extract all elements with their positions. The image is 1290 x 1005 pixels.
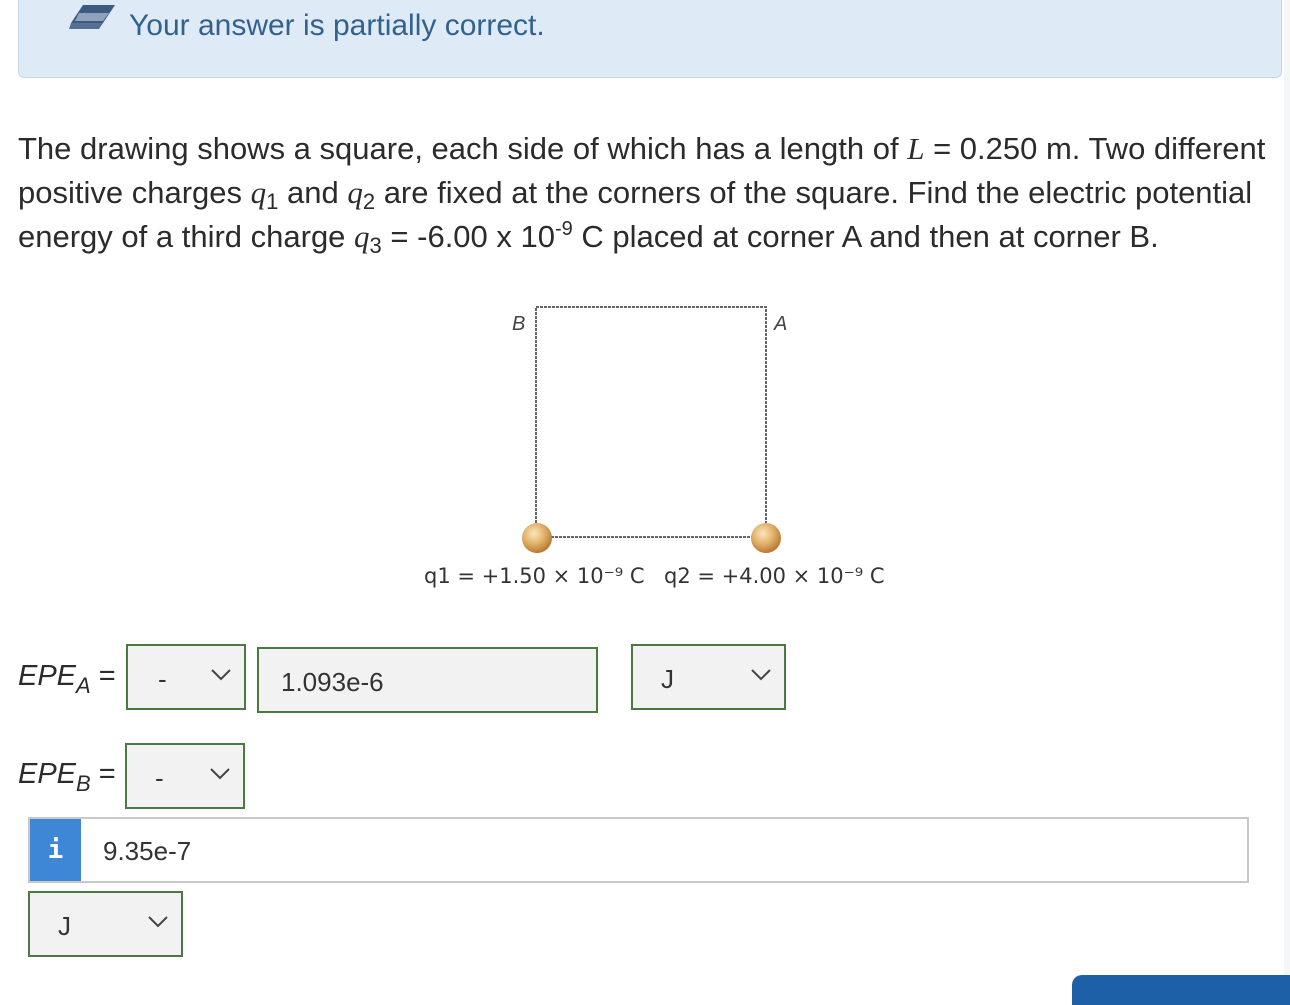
info-button[interactable]: i: [30, 819, 81, 881]
question-text: The drawing shows a square, each side of…: [18, 131, 1266, 258]
epe-b-value-input[interactable]: 9.35e-7: [103, 836, 191, 867]
epe-a-unit-select[interactable]: J: [631, 644, 786, 710]
epe-a-sign-select[interactable]: -: [126, 644, 246, 710]
corner-a-label: A: [773, 313, 787, 335]
chevron-down-icon: [148, 916, 168, 928]
chevron-down-icon: [751, 669, 771, 681]
epe-b-unit-select[interactable]: J: [28, 891, 183, 957]
epe-b-value-group: i 9.35e-7: [28, 817, 1249, 883]
epe-a-label: EPEA =: [18, 660, 116, 698]
charge-q2: [751, 523, 781, 553]
q2-label: q2 = +4.00 × 10⁻⁹ C: [664, 564, 885, 588]
epe-b-sign-select[interactable]: -: [125, 743, 245, 809]
charge-q1: [522, 523, 552, 553]
q1-label: q1 = +1.50 × 10⁻⁹ C: [424, 564, 645, 588]
submit-button-partial[interactable]: [1072, 975, 1290, 1005]
feedback-message: Your answer is partially correct.: [129, 9, 545, 42]
chevron-down-icon: [210, 768, 230, 780]
chevron-down-icon: [211, 669, 231, 681]
corner-b-label: B: [512, 313, 525, 335]
epe-b-label: EPEB =: [18, 758, 116, 796]
feedback-banner: Your answer is partially correct.: [18, 0, 1282, 78]
square-outline: [535, 306, 767, 538]
pencil-eraser-icon: [69, 5, 115, 29]
epe-a-value-input[interactable]: 1.093e-6: [257, 647, 598, 713]
square-charges-diagram: B A q1 = +1.50 × 10⁻⁹ C q2 = +4.00 × 10⁻…: [424, 306, 885, 588]
